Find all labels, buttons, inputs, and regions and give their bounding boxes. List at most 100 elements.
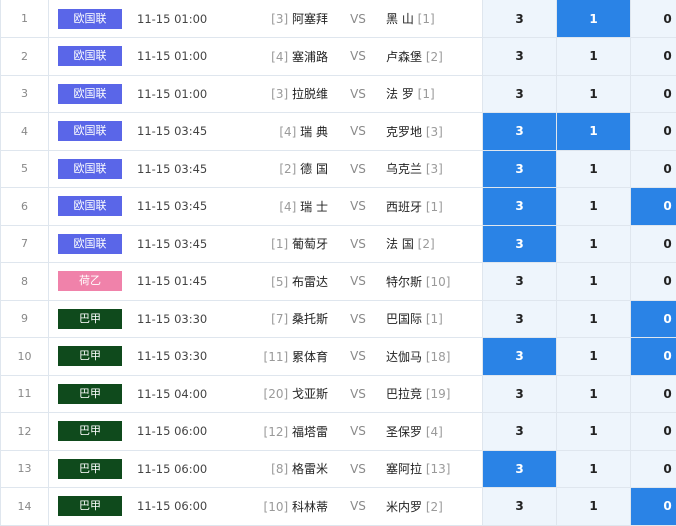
home-team-name[interactable]: 拉脱维: [292, 87, 328, 101]
home-team-name[interactable]: 戈亚斯: [292, 387, 328, 401]
away-team-name[interactable]: 塞阿拉: [386, 462, 422, 476]
odds-win-button[interactable]: 3: [483, 488, 557, 526]
odds-draw-button[interactable]: 1: [557, 263, 631, 301]
league-badge[interactable]: 巴甲: [58, 459, 122, 479]
odds-loss-button[interactable]: 0: [631, 450, 676, 488]
league-badge[interactable]: 欧国联: [58, 121, 122, 141]
odds-loss-button[interactable]: 0: [631, 188, 676, 226]
odds-loss-button[interactable]: 0: [631, 263, 676, 301]
odds-loss-button[interactable]: 0: [631, 38, 676, 76]
home-team-name[interactable]: 瑞 士: [300, 200, 328, 214]
odds-win-button[interactable]: 3: [483, 300, 557, 338]
odds-loss-button[interactable]: 0: [631, 300, 676, 338]
home-team-name[interactable]: 科林蒂: [292, 500, 328, 514]
odds-draw-button[interactable]: 1: [557, 75, 631, 113]
odds-win-button[interactable]: 3: [483, 338, 557, 376]
odds-win-button[interactable]: 3: [483, 375, 557, 413]
odds-draw-button[interactable]: 1: [557, 450, 631, 488]
away-team-name[interactable]: 法 国: [386, 237, 414, 251]
odds-draw-button[interactable]: 1: [557, 150, 631, 188]
away-team-name[interactable]: 巴国际: [386, 312, 422, 326]
odds-draw-button[interactable]: 1: [557, 0, 631, 38]
home-team-name[interactable]: 葡萄牙: [292, 237, 328, 251]
odds-win-button[interactable]: 3: [483, 113, 557, 151]
league-badge[interactable]: 欧国联: [58, 46, 122, 66]
home-team-name[interactable]: 布雷达: [292, 275, 328, 289]
away-team-name[interactable]: 克罗地: [386, 125, 422, 139]
away-team-name[interactable]: 特尔斯: [386, 275, 422, 289]
match-time: 11-15 01:45: [131, 263, 227, 301]
odds-loss-button[interactable]: 0: [631, 0, 676, 38]
away-team-cell: 塞阿拉 [13]: [380, 450, 483, 488]
vs-label: VS: [336, 0, 380, 38]
odds-loss-button[interactable]: 0: [631, 75, 676, 113]
league-badge[interactable]: 巴甲: [58, 309, 122, 329]
league-badge[interactable]: 巴甲: [58, 421, 122, 441]
away-team-cell: 达伽马 [18]: [380, 338, 483, 376]
odds-loss-button[interactable]: 0: [631, 338, 676, 376]
league-badge[interactable]: 欧国联: [58, 84, 122, 104]
match-row: 3欧国联11-15 01:00[3] 拉脱维VS法 罗 [1]310: [1, 75, 676, 113]
away-rank: [19]: [426, 387, 451, 401]
league-cell: 巴甲: [49, 338, 132, 376]
odds-win-button[interactable]: 3: [483, 225, 557, 263]
odds-loss-button[interactable]: 0: [631, 113, 676, 151]
match-row: 2欧国联11-15 01:00[4] 塞浦路VS卢森堡 [2]310: [1, 38, 676, 76]
away-team-name[interactable]: 巴拉竞: [386, 387, 422, 401]
match-time: 11-15 03:45: [131, 225, 227, 263]
home-team-name[interactable]: 累体育: [292, 350, 328, 364]
odds-loss-button[interactable]: 0: [631, 375, 676, 413]
odds-draw-button[interactable]: 1: [557, 113, 631, 151]
away-team-name[interactable]: 黑 山: [386, 12, 414, 26]
odds-loss-button[interactable]: 0: [631, 413, 676, 451]
odds-draw-button[interactable]: 1: [557, 375, 631, 413]
odds-win-button[interactable]: 3: [483, 188, 557, 226]
away-team-name[interactable]: 卢森堡: [386, 50, 422, 64]
league-badge[interactable]: 欧国联: [58, 234, 122, 254]
home-rank: [7]: [271, 312, 288, 326]
odds-win-button[interactable]: 3: [483, 450, 557, 488]
league-badge[interactable]: 巴甲: [58, 384, 122, 404]
away-team-cell: 米内罗 [2]: [380, 488, 483, 526]
home-team-name[interactable]: 塞浦路: [292, 50, 328, 64]
home-rank: [3]: [271, 87, 288, 101]
league-badge[interactable]: 荷乙: [58, 271, 122, 291]
away-team-name[interactable]: 西班牙: [386, 200, 422, 214]
league-badge[interactable]: 巴甲: [58, 346, 122, 366]
match-time: 11-15 01:00: [131, 38, 227, 76]
odds-loss-button[interactable]: 0: [631, 225, 676, 263]
league-badge[interactable]: 欧国联: [58, 196, 122, 216]
odds-win-button[interactable]: 3: [483, 0, 557, 38]
home-team-name[interactable]: 阿塞拜: [292, 12, 328, 26]
away-team-name[interactable]: 圣保罗: [386, 425, 422, 439]
odds-win-button[interactable]: 3: [483, 413, 557, 451]
odds-draw-button[interactable]: 1: [557, 225, 631, 263]
home-team-name[interactable]: 瑞 典: [300, 125, 328, 139]
league-badge[interactable]: 欧国联: [58, 159, 122, 179]
home-team-name[interactable]: 桑托斯: [292, 312, 328, 326]
odds-draw-button[interactable]: 1: [557, 38, 631, 76]
odds-win-button[interactable]: 3: [483, 150, 557, 188]
odds-win-button[interactable]: 3: [483, 263, 557, 301]
away-team-name[interactable]: 乌克兰: [386, 162, 422, 176]
away-team-name[interactable]: 米内罗: [386, 500, 422, 514]
odds-loss-button[interactable]: 0: [631, 488, 676, 526]
away-team-cell: 卢森堡 [2]: [380, 38, 483, 76]
odds-loss-button[interactable]: 0: [631, 150, 676, 188]
odds-win-button[interactable]: 3: [483, 38, 557, 76]
away-team-name[interactable]: 达伽马: [386, 350, 422, 364]
home-team-name[interactable]: 福塔雷: [292, 425, 328, 439]
odds-draw-button[interactable]: 1: [557, 188, 631, 226]
match-row: 11巴甲11-15 04:00[20] 戈亚斯VS巴拉竞 [19]310: [1, 375, 676, 413]
odds-draw-button[interactable]: 1: [557, 300, 631, 338]
away-team-name[interactable]: 法 罗: [386, 87, 414, 101]
match-time: 11-15 06:00: [131, 488, 227, 526]
league-badge[interactable]: 巴甲: [58, 496, 122, 516]
odds-draw-button[interactable]: 1: [557, 338, 631, 376]
odds-draw-button[interactable]: 1: [557, 488, 631, 526]
home-team-name[interactable]: 德 国: [300, 162, 328, 176]
odds-draw-button[interactable]: 1: [557, 413, 631, 451]
league-badge[interactable]: 欧国联: [58, 9, 122, 29]
home-team-name[interactable]: 格雷米: [292, 462, 328, 476]
odds-win-button[interactable]: 3: [483, 75, 557, 113]
